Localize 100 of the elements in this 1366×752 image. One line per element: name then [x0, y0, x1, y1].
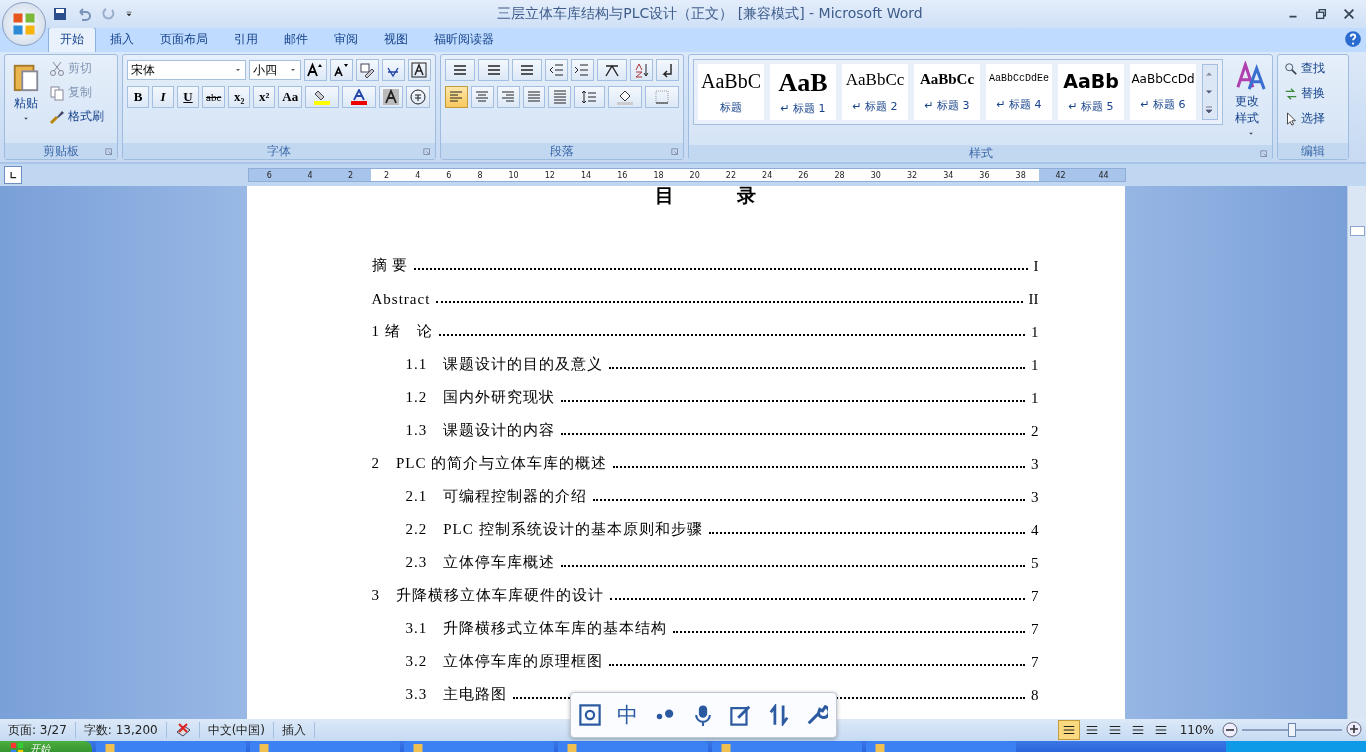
character-border-icon[interactable]: [411, 62, 428, 78]
font-size-dropdown[interactable]: 小四: [248, 60, 301, 80]
ruler-number: 18: [653, 170, 664, 180]
paste-button[interactable]: 粘贴: [9, 59, 43, 139]
style-gallery-item[interactable]: AaBbCcDd ↵ 标题 6: [1130, 64, 1196, 120]
format-button[interactable]: B: [127, 86, 149, 108]
replace-icon: [1284, 86, 1298, 101]
switch-arrows-icon[interactable]: [768, 704, 790, 726]
format-button[interactable]: I: [152, 86, 174, 108]
format-button[interactable]: abc: [202, 86, 226, 108]
office-logo-icon[interactable]: [12, 12, 36, 36]
alignment-button[interactable]: [548, 86, 572, 108]
shading-icon[interactable]: [383, 89, 400, 105]
help-icon[interactable]: [1344, 29, 1362, 48]
vertical-scrollbar[interactable]: [1347, 186, 1366, 719]
alignment-button[interactable]: [522, 86, 546, 108]
microphone-icon[interactable]: [692, 704, 714, 726]
zoom-level[interactable]: 110%: [1171, 723, 1222, 737]
close-icon[interactable]: [1342, 7, 1356, 21]
format-button[interactable]: U: [177, 86, 199, 108]
format-button[interactable]: x²: [253, 86, 276, 108]
decrease-indent-icon[interactable]: [548, 62, 565, 78]
insert-mode-indicator[interactable]: 插入: [274, 722, 316, 738]
page-count[interactable]: 页面: 3/27: [0, 722, 76, 738]
scissors-icon: [49, 60, 65, 77]
line-spacing-icon[interactable]: [581, 89, 598, 105]
style-gallery-item[interactable]: AaB ↵ 标题 1: [770, 64, 836, 120]
toc-page-number: 8: [1031, 687, 1039, 704]
format-button[interactable]: Aa: [278, 86, 303, 108]
toc-entry-title: 3 升降横移立体车库硬件的设计: [371, 586, 604, 605]
ribbon-tab[interactable]: 引用: [222, 27, 270, 52]
toc-page-number: 3: [1031, 456, 1039, 473]
zoom-slider-thumb[interactable]: [1288, 723, 1296, 737]
group-label: 剪贴板: [43, 142, 79, 160]
clipboard-button[interactable]: 格式刷: [47, 107, 106, 126]
toc-entry-title: 1.3 课题设计的内容: [405, 421, 556, 440]
style-gallery-item[interactable]: AaBbCc ↵ 标题 3: [914, 64, 980, 120]
sort-icon[interactable]: [633, 62, 650, 78]
eraser-icon[interactable]: [359, 62, 376, 78]
toc-page-number: 2: [1031, 423, 1039, 440]
ribbon-tab[interactable]: 邮件: [272, 27, 320, 52]
office-button[interactable]: [2, 2, 46, 46]
toc-entry-title: 2 PLC 的简介与立体车库的概述: [371, 454, 608, 473]
format-button[interactable]: x₂: [228, 86, 251, 108]
highlight-icon[interactable]: [314, 89, 331, 105]
style-gallery-item[interactable]: AaBbCc ↵ 标题 2: [842, 64, 908, 120]
save-icon[interactable]: [52, 6, 68, 22]
alignment-button[interactable]: [445, 86, 468, 108]
font-color-icon[interactable]: [351, 89, 368, 105]
styles-letters-icon: [1235, 61, 1266, 91]
zoom-out-icon[interactable]: [1222, 722, 1238, 738]
pointer-icon: [1284, 111, 1298, 126]
increase-indent-icon[interactable]: [574, 62, 591, 78]
alignment-button[interactable]: [496, 86, 520, 108]
document-title: 目 录: [653, 186, 779, 206]
ruler-number: 4: [415, 170, 421, 180]
language-indicator[interactable]: 中文(中国): [199, 722, 275, 738]
wrench-icon[interactable]: [806, 704, 828, 726]
ribbon-tab[interactable]: 审阅: [322, 27, 370, 52]
style-gallery-item[interactable]: AaBbC 标题: [698, 64, 764, 120]
ribbon-tab[interactable]: 开始: [48, 27, 96, 52]
ribbon-tab[interactable]: 插入: [98, 27, 146, 52]
shrink-font-icon[interactable]: [333, 62, 350, 78]
font-name-dropdown[interactable]: 宋体: [127, 60, 246, 80]
paint-bucket-icon[interactable]: [616, 89, 633, 105]
ruler-number: 26: [798, 170, 809, 180]
pencil-icon[interactable]: [730, 704, 752, 726]
horizontal-ruler[interactable]: 6 4 2 2 4 6 8 10 12 14 16 18 20 22 24 26 28 30 32 34 36 38 42 44: [248, 168, 1126, 182]
word-count[interactable]: 字数: 13,200: [75, 722, 167, 738]
borders-icon[interactable]: [653, 89, 670, 105]
toc-page-number: 4: [1031, 522, 1039, 539]
align-left-icon: [448, 89, 465, 105]
style-gallery-item[interactable]: AaBbCcDdEe ↵ 标题 4: [986, 64, 1052, 120]
enclosed-character-icon[interactable]: [410, 89, 427, 105]
style-gallery-item[interactable]: AaBb ↵ 标题 5: [1058, 64, 1124, 120]
ruler-number: 4: [307, 170, 313, 180]
proofing-icon[interactable]: [174, 722, 191, 738]
toc-page-number: 7: [1031, 654, 1039, 671]
editing-button[interactable]: 选择: [1282, 109, 1344, 128]
ribbon-tab[interactable]: 页面布局: [148, 27, 220, 52]
toc-page-number: II: [1028, 291, 1039, 308]
toc-entry-title: 摘 要: [371, 256, 409, 275]
restore-icon[interactable]: [1314, 7, 1328, 21]
ribbon-tab[interactable]: 视图: [372, 27, 420, 52]
tab-stop-selector[interactable]: [4, 166, 22, 184]
asian-layout-icon[interactable]: [604, 62, 621, 78]
input-mode-toggle[interactable]: 中: [617, 701, 638, 729]
grow-font-icon[interactable]: [307, 62, 324, 78]
soft-keyboard-icon[interactable]: [579, 704, 601, 726]
undo-icon[interactable]: [76, 6, 92, 22]
ribbon-tab[interactable]: 福昕阅读器: [422, 27, 506, 52]
view-button[interactable]: [1057, 720, 1080, 740]
alignment-button[interactable]: [470, 86, 494, 108]
zoom-in-icon[interactable]: [1346, 720, 1362, 737]
toc-entry-title: 1.2 国内外研究现状: [405, 388, 556, 407]
editing-button[interactable]: 替换: [1282, 84, 1344, 103]
editing-button[interactable]: 查找: [1282, 59, 1344, 78]
ruler-number: 12: [544, 170, 555, 180]
change-styles-button[interactable]: 更改样式: [1233, 59, 1268, 141]
toc-page-number: 5: [1031, 555, 1039, 572]
